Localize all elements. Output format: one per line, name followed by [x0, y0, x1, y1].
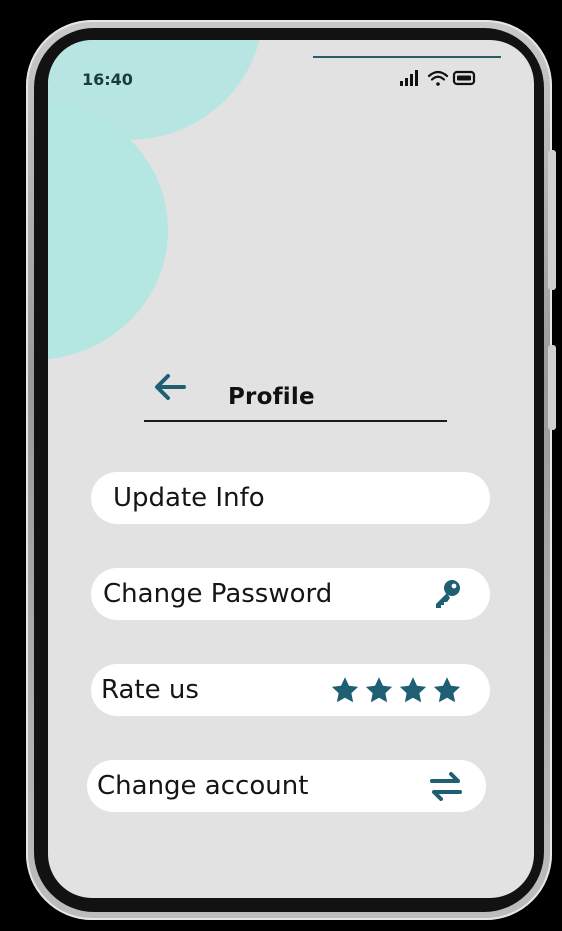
- title-underline: [144, 420, 447, 422]
- decor-circle-left: [48, 100, 168, 360]
- status-divider: [313, 56, 501, 58]
- star-icon: [365, 677, 393, 703]
- change-password-label: Change Password: [103, 579, 333, 609]
- signal-icon: [400, 70, 418, 86]
- star-icon: [399, 677, 427, 703]
- status-icons: [400, 70, 476, 86]
- arrow-left-icon[interactable]: [152, 372, 188, 402]
- rate-us-label: Rate us: [101, 675, 199, 705]
- key-icon: [430, 577, 464, 611]
- rating-stars: [330, 675, 462, 705]
- volume-button: [548, 150, 556, 290]
- phone-screen: 16:40 Profile Update Info Change Passwor…: [48, 40, 534, 898]
- battery-icon: [452, 70, 476, 86]
- rate-us-button[interactable]: Rate us: [91, 664, 490, 716]
- change-password-button[interactable]: Change Password: [91, 568, 490, 620]
- update-info-label: Update Info: [113, 483, 265, 513]
- wifi-icon: [427, 70, 449, 86]
- swap-arrows-icon: [428, 771, 464, 801]
- page-title: Profile: [228, 384, 315, 410]
- star-icon: [331, 677, 359, 703]
- change-account-button[interactable]: Change account: [87, 760, 486, 812]
- status-time: 16:40: [82, 70, 133, 89]
- star-icon: [433, 677, 461, 703]
- update-info-button[interactable]: Update Info: [91, 472, 490, 524]
- change-account-label: Change account: [97, 771, 309, 801]
- power-button: [548, 345, 556, 430]
